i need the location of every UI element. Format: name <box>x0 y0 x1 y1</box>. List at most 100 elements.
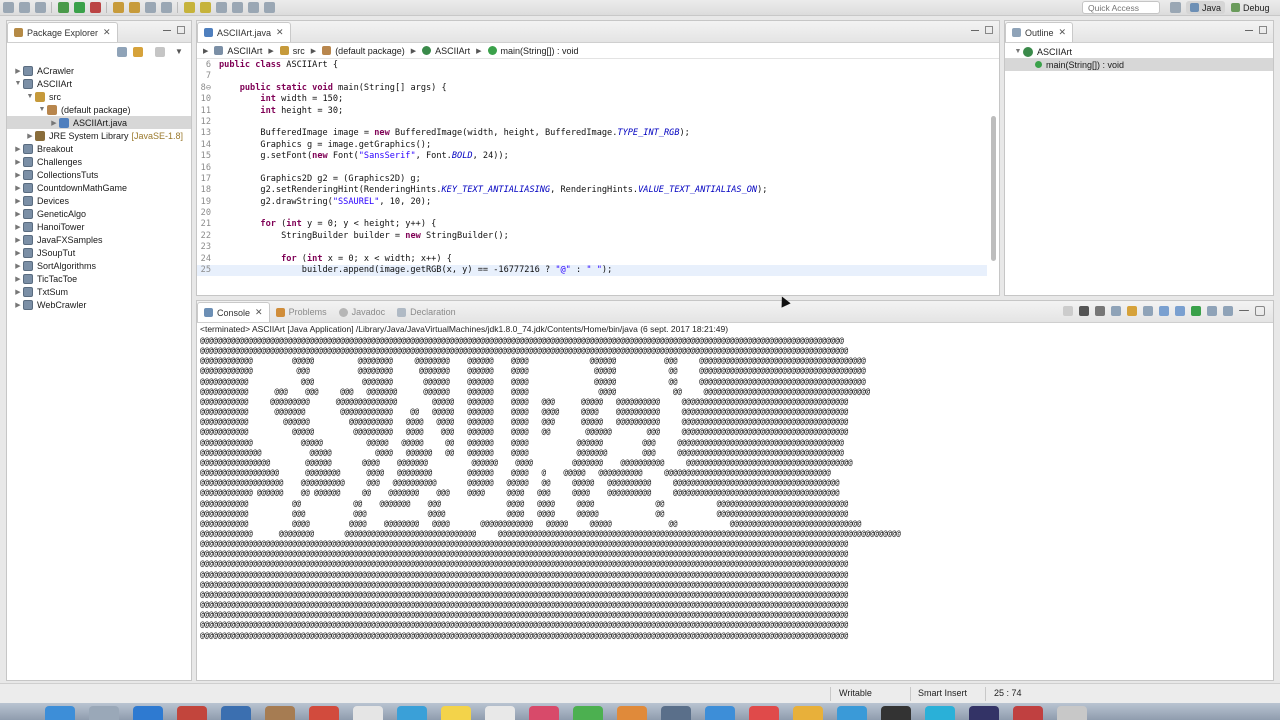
quick-access-input[interactable] <box>1082 1 1160 14</box>
app-icon[interactable] <box>617 706 647 720</box>
tree-item[interactable]: ▶ CountdownMathGame <box>7 181 191 194</box>
app-icon[interactable] <box>749 706 779 720</box>
chevron-down-icon[interactable]: ▼ <box>1013 48 1023 55</box>
tree-item[interactable]: ▶ ASCIIArt.java <box>7 116 191 129</box>
chevron-right-icon[interactable]: ▶ <box>13 171 23 179</box>
tab-problems[interactable]: Problems <box>270 302 333 322</box>
tree-item[interactable]: ▼ (default package) <box>7 103 191 116</box>
tab-javadoc[interactable]: Javadoc <box>333 302 392 322</box>
new-package-icon[interactable] <box>113 2 124 13</box>
tree-item[interactable]: ▶ TicTacToe <box>7 272 191 285</box>
breadcrumb-package[interactable]: (default package) <box>335 46 405 56</box>
perspective-debug[interactable]: Debug <box>1227 1 1274 14</box>
tree-item[interactable]: ▶ Devices <box>7 194 191 207</box>
word-wrap-icon[interactable] <box>1143 306 1153 316</box>
chevron-right-icon[interactable]: ▶ <box>13 145 23 153</box>
close-icon[interactable]: ✕ <box>276 27 284 38</box>
show-on-stderr-icon[interactable] <box>1175 306 1185 316</box>
app-icon[interactable] <box>793 706 823 720</box>
chevron-right-icon[interactable]: ▶ <box>49 119 59 127</box>
maximize-icon[interactable] <box>177 26 185 34</box>
editor-scrollbar[interactable] <box>991 116 996 261</box>
search-icon[interactable] <box>161 2 172 13</box>
show-on-stdout-icon[interactable] <box>1159 306 1169 316</box>
tree-item[interactable]: ▶ GeneticAlgo <box>7 207 191 220</box>
chevron-right-icon[interactable]: ▶ <box>13 275 23 283</box>
remove-all-icon[interactable] <box>1095 306 1105 316</box>
pin-console-icon[interactable] <box>1191 306 1201 316</box>
app-icon[interactable] <box>661 706 691 720</box>
app-icon[interactable] <box>705 706 735 720</box>
app-icon[interactable] <box>925 706 955 720</box>
debug-icon[interactable] <box>58 2 69 13</box>
run-icon[interactable] <box>74 2 85 13</box>
open-type-icon[interactable] <box>145 2 156 13</box>
remove-launch-icon[interactable] <box>1079 306 1089 316</box>
mark-occurrences-icon[interactable] <box>200 2 211 13</box>
chevron-right-icon[interactable]: ▶ <box>13 301 23 309</box>
app-icon[interactable] <box>485 706 515 720</box>
tree-item[interactable]: ▶ SortAlgorithms <box>7 259 191 272</box>
eclipse-icon[interactable] <box>969 706 999 720</box>
tree-item[interactable]: ▶ TxtSum <box>7 285 191 298</box>
breadcrumb-project[interactable]: ASCIIArt <box>227 46 262 56</box>
display-console-icon[interactable] <box>1207 306 1217 316</box>
notes-icon[interactable] <box>441 706 471 720</box>
link-with-editor-icon[interactable] <box>133 47 143 57</box>
new-class-icon[interactable] <box>129 2 140 13</box>
next-annotation-icon[interactable] <box>216 2 227 13</box>
terminate-icon[interactable] <box>1063 306 1073 316</box>
view-menu-icon[interactable]: ▼ <box>175 47 183 56</box>
calendar-icon[interactable] <box>309 706 339 720</box>
launchpad-icon[interactable] <box>89 706 119 720</box>
tree-item[interactable]: ▶ JRE System Library [JavaSE-1.8] <box>7 129 191 142</box>
app-icon[interactable] <box>265 706 295 720</box>
tree-item[interactable]: ▶ ACrawler <box>7 64 191 77</box>
prev-annotation-icon[interactable] <box>232 2 243 13</box>
save-icon[interactable] <box>19 2 30 13</box>
code-area[interactable]: 6 public class ASCIIArt {7 8⊖ public stati… <box>197 60 987 295</box>
minimize-icon[interactable] <box>163 30 171 31</box>
app-icon[interactable] <box>221 706 251 720</box>
chevron-down-icon[interactable]: ▼ <box>37 106 47 113</box>
back-icon[interactable] <box>248 2 259 13</box>
chevron-right-icon[interactable]: ▶ <box>13 249 23 257</box>
maximize-icon[interactable] <box>1259 26 1267 34</box>
outline-item-class[interactable]: ▼ ASCIIArt <box>1005 45 1273 58</box>
app-icon[interactable] <box>529 706 559 720</box>
print-icon[interactable] <box>35 2 46 13</box>
open-perspective-icon[interactable] <box>1170 2 1181 13</box>
tree-item[interactable]: ▼ ASCIIArt <box>7 77 191 90</box>
chevron-right-icon[interactable]: ▶ <box>13 288 23 296</box>
tree-item[interactable]: ▶ CollectionsTuts <box>7 168 191 181</box>
close-icon[interactable]: ✕ <box>1059 27 1067 38</box>
chevron-down-icon[interactable]: ▼ <box>13 80 23 87</box>
tab-outline[interactable]: Outline ✕ <box>1005 22 1074 42</box>
tree-item[interactable]: ▶ JavaFXSamples <box>7 233 191 246</box>
app-icon[interactable] <box>837 706 867 720</box>
breadcrumb-method[interactable]: main(String[]) : void <box>501 46 579 56</box>
chevron-right-icon[interactable]: ▶ <box>13 223 23 231</box>
clear-console-icon[interactable] <box>1111 306 1121 316</box>
perspective-java[interactable]: Java <box>1186 1 1226 14</box>
safari-icon[interactable] <box>133 706 163 720</box>
chevron-right-icon[interactable]: ▶ <box>13 184 23 192</box>
breadcrumb-src[interactable]: src <box>293 46 305 56</box>
chevron-right-icon[interactable]: ▶ <box>13 197 23 205</box>
close-icon[interactable]: ✕ <box>103 27 111 38</box>
chevron-right-icon[interactable]: ▶ <box>13 158 23 166</box>
collapse-all-icon[interactable] <box>117 47 127 57</box>
minimize-icon[interactable] <box>1245 30 1253 31</box>
tree-item[interactable]: ▶ HanoiTower <box>7 220 191 233</box>
tree-item[interactable]: ▶ Breakout <box>7 142 191 155</box>
chevron-right-icon[interactable]: ▶ <box>13 210 23 218</box>
maximize-icon[interactable] <box>985 26 993 34</box>
chevron-right-icon[interactable]: ▶ <box>25 132 35 140</box>
messages-icon[interactable] <box>573 706 603 720</box>
terminal-icon[interactable] <box>881 706 911 720</box>
minimize-icon[interactable] <box>1239 310 1249 311</box>
forward-icon[interactable] <box>264 2 275 13</box>
finder-icon[interactable] <box>45 706 75 720</box>
scroll-lock-icon[interactable] <box>1127 306 1137 316</box>
tree-item[interactable]: ▼ src <box>7 90 191 103</box>
